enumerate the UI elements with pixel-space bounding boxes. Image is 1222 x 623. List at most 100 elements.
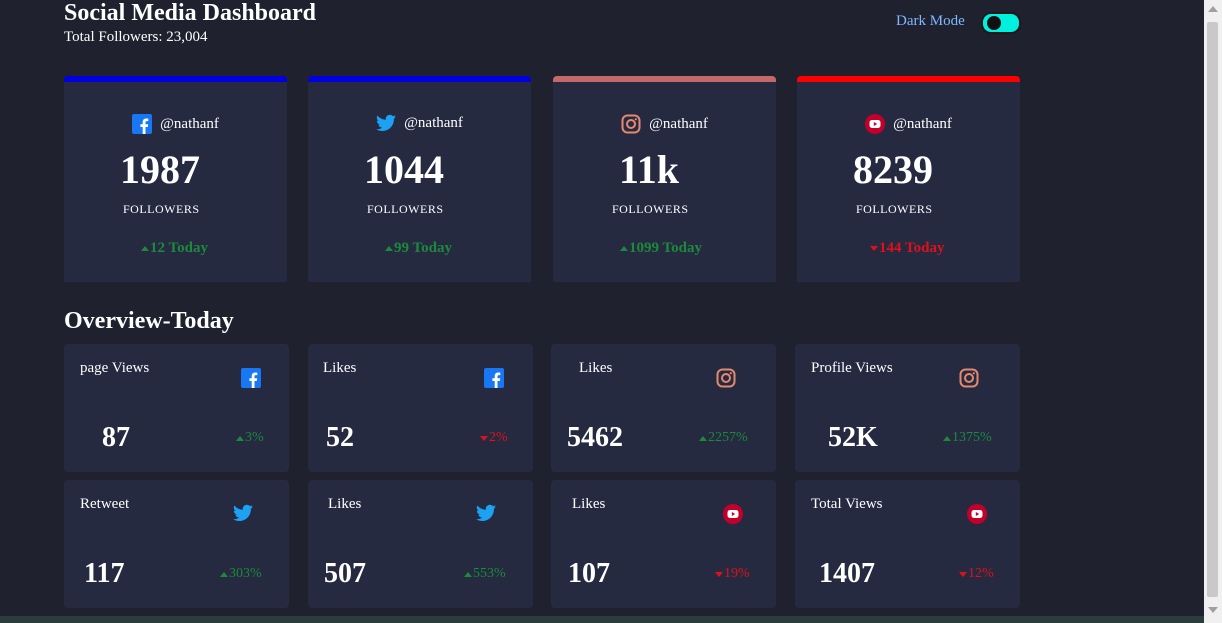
down-arrow-icon xyxy=(870,246,878,251)
dashboard-header: Social Media Dashboard Total Followers: … xyxy=(64,0,316,46)
overview-value: 1407 xyxy=(819,558,875,589)
instagram-icon xyxy=(959,368,979,388)
up-arrow-icon xyxy=(220,571,228,577)
card-handle-row: @nathanf xyxy=(553,114,776,134)
up-arrow-icon xyxy=(236,435,244,441)
overview-value: 87 xyxy=(102,422,130,453)
up-arrow-icon xyxy=(464,571,472,577)
up-arrow-icon xyxy=(385,246,393,251)
facebook-icon xyxy=(484,368,504,388)
card-twitter[interactable]: @nathanf 1044 FOLLOWERS 99 Today xyxy=(308,76,531,282)
card-handle-row: @nathanf xyxy=(797,114,1020,134)
today-change: 99 Today xyxy=(385,240,452,257)
card-accent-bar xyxy=(797,76,1020,82)
overview-card-instagram-likes[interactable]: Likes 5462 2257% xyxy=(551,344,776,472)
total-followers: Total Followers: 23,004 xyxy=(64,29,208,45)
today-change: 12 Today xyxy=(141,240,208,257)
overview-change-text: 3% xyxy=(245,430,264,445)
up-arrow-icon xyxy=(943,435,951,441)
overview-change-text: 303% xyxy=(229,566,262,581)
card-handle-row: @nathanf xyxy=(308,114,531,132)
overview-change-text: 1375% xyxy=(952,430,992,445)
followers-count: 1044 xyxy=(364,147,444,192)
overview-card-facebook-page-views[interactable]: page Views 87 3% xyxy=(64,344,289,472)
twitter-icon xyxy=(233,504,253,522)
youtube-icon xyxy=(865,114,886,134)
instagram-icon xyxy=(716,368,736,388)
overview-value: 5462 xyxy=(567,422,623,453)
overview-value: 117 xyxy=(84,558,125,589)
overview-card-youtube-likes[interactable]: Likes 107 19% xyxy=(551,480,776,608)
dark-mode-control: Dark Mode xyxy=(896,10,1021,34)
instagram-icon xyxy=(621,114,641,134)
card-accent-bar xyxy=(64,76,287,82)
card-instagram[interactable]: @nathanf 11k FOLLOWERS 1099 Today xyxy=(553,76,776,282)
twitter-icon xyxy=(376,114,397,132)
overview-value: 52 xyxy=(326,422,354,453)
youtube-icon xyxy=(723,504,743,524)
youtube-icon xyxy=(967,504,987,524)
overview-change: 1375% xyxy=(943,430,992,446)
followers-count: 11k xyxy=(619,147,680,192)
overview-change: 2257% xyxy=(699,430,748,446)
taskbar-strip xyxy=(0,616,1204,623)
overview-label: Retweet xyxy=(80,496,130,512)
card-handle: @nathanf xyxy=(404,114,463,131)
scroll-up-arrow-icon[interactable] xyxy=(1208,6,1218,12)
followers-count: 1987 xyxy=(120,147,200,192)
dark-mode-toggle[interactable] xyxy=(980,12,1021,34)
overview-card-twitter-likes[interactable]: Likes 507 553% xyxy=(308,480,533,608)
overview-title: Overview-Today xyxy=(64,308,234,334)
dark-mode-label: Dark Mode xyxy=(896,12,965,29)
facebook-icon xyxy=(132,114,153,134)
toggle-knob xyxy=(986,16,1001,30)
down-arrow-icon xyxy=(959,571,967,577)
overview-change-text: 2% xyxy=(489,430,508,445)
overview-change: 2% xyxy=(480,430,508,446)
overview-label: Likes xyxy=(572,496,606,512)
overview-card-twitter-retweet[interactable]: Retweet 117 303% xyxy=(64,480,289,608)
today-change-text: 144 Today xyxy=(879,240,945,256)
overview-card-youtube-total-views[interactable]: Total Views 1407 12% xyxy=(795,480,1020,608)
card-accent-bar xyxy=(308,76,531,82)
scroll-thumb[interactable] xyxy=(1207,22,1218,597)
up-arrow-icon xyxy=(620,246,628,251)
overview-label: Likes xyxy=(579,360,613,376)
today-change: 144 Today xyxy=(870,240,944,257)
vertical-scrollbar[interactable] xyxy=(1204,0,1222,623)
overview-label: Profile Views xyxy=(811,360,893,376)
card-handle: @nathanf xyxy=(893,115,952,132)
today-change: 1099 Today xyxy=(620,240,702,257)
today-change-text: 1099 Today xyxy=(629,240,702,256)
overview-change-text: 19% xyxy=(724,566,750,581)
down-arrow-icon xyxy=(480,435,488,441)
overview-value: 52K xyxy=(828,422,878,453)
card-youtube[interactable]: @nathanf 8239 FOLLOWERS 144 Today xyxy=(797,76,1020,282)
overview-value: 507 xyxy=(324,558,366,589)
overview-label: Total Views xyxy=(811,496,883,512)
overview-label: page Views xyxy=(80,360,150,376)
overview-change: 12% xyxy=(959,566,994,582)
card-handle: @nathanf xyxy=(649,115,708,132)
overview-change-text: 553% xyxy=(473,566,506,581)
twitter-icon xyxy=(476,504,496,522)
today-change-text: 99 Today xyxy=(394,240,452,256)
followers-label: FOLLOWERS xyxy=(612,202,689,216)
overview-change: 3% xyxy=(236,430,264,446)
down-arrow-icon xyxy=(715,571,723,577)
overview-change: 553% xyxy=(464,566,506,582)
overview-card-facebook-likes[interactable]: Likes 52 2% xyxy=(308,344,533,472)
card-facebook[interactable]: @nathanf 1987 FOLLOWERS 12 Today xyxy=(64,76,287,282)
overview-label: Likes xyxy=(328,496,362,512)
overview-change: 303% xyxy=(220,566,262,582)
card-handle-row: @nathanf xyxy=(64,114,287,134)
followers-label: FOLLOWERS xyxy=(367,202,444,216)
facebook-icon xyxy=(241,368,261,388)
up-arrow-icon xyxy=(141,246,149,251)
card-handle: @nathanf xyxy=(160,115,219,132)
overview-change-text: 12% xyxy=(968,566,994,581)
followers-count: 8239 xyxy=(853,147,933,192)
overview-card-instagram-profile-views[interactable]: Profile Views 52K 1375% xyxy=(795,344,1020,472)
scroll-down-arrow-icon[interactable] xyxy=(1208,607,1218,613)
overview-value: 107 xyxy=(568,558,610,589)
